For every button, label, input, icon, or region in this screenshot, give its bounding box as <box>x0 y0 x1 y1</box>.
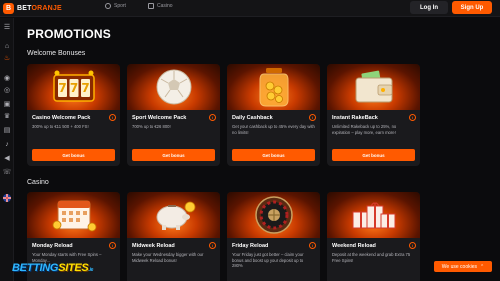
roulette-icon <box>254 196 293 234</box>
nav-casino-label: Casino <box>157 3 173 9</box>
cookie-banner-toggle[interactable]: We use cookies ⌃ <box>434 261 492 272</box>
promo-image <box>227 192 320 238</box>
cookie-label: We use cookies <box>441 263 477 270</box>
get-bonus-button[interactable]: Get bonus <box>332 149 415 161</box>
promo-card[interactable]: Weekend Reload i Deposit at the weekend … <box>327 192 420 281</box>
nav-sport-label: Sport <box>114 3 126 9</box>
bell-icon[interactable]: ♪ <box>3 140 11 148</box>
promo-card[interactable]: Daily Cashback i Get your cashback up to… <box>227 64 320 166</box>
info-icon[interactable]: i <box>209 114 216 121</box>
page-title: PROMOTIONS <box>27 27 112 41</box>
info-icon[interactable]: i <box>409 114 416 121</box>
get-bonus-button[interactable]: Get bonus <box>32 149 115 161</box>
section-title-casino: Casino <box>27 179 49 186</box>
watermark-logo: BETTINGSITES.ie <box>12 262 93 274</box>
info-icon[interactable]: i <box>309 114 316 121</box>
top-bar: B BETORANJE Sport Casino Log In Sign Up <box>0 0 500 17</box>
megaphone-icon[interactable]: ◀ <box>3 154 11 162</box>
promo-description: Your Friday just got better – claim your… <box>232 252 304 269</box>
promo-description: Make your Wednesday bigger with our Midw… <box>132 252 204 263</box>
promo-title: Sport Welcome Pack <box>132 115 187 121</box>
svg-text:7: 7 <box>81 81 89 95</box>
brand-suffix: ORANJE <box>31 4 62 12</box>
info-icon[interactable]: i <box>209 242 216 249</box>
get-bonus-button[interactable]: Get bonus <box>232 149 315 161</box>
promo-title: Friday Reload <box>232 243 269 249</box>
coin-jar-icon <box>259 68 288 107</box>
promo-card[interactable]: Midweek Reload i Make your Wednesday big… <box>127 192 220 281</box>
promo-image <box>27 192 120 238</box>
promo-image <box>327 192 420 238</box>
brand-mark-icon: B <box>3 2 14 14</box>
promo-description: Get your cashback up to 45% every day wi… <box>232 124 315 135</box>
info-icon[interactable]: i <box>409 242 416 249</box>
promo-card[interactable]: Sport Welcome Pack i 700% up to €26 800!… <box>127 64 220 166</box>
promo-title: Instant RakeBack <box>332 115 378 121</box>
watermark-part1: BETTING <box>12 262 59 274</box>
promo-image <box>127 192 220 238</box>
promo-description: 300% up to €11 500 + 400 FS! <box>32 124 89 129</box>
wallet-icon <box>355 70 392 103</box>
chevron-up-icon: ⌃ <box>480 263 485 270</box>
promo-card[interactable]: Friday Reload i Your Friday just got bet… <box>227 192 320 281</box>
promo-image <box>227 64 320 110</box>
brand-prefix: BET <box>17 4 32 12</box>
promo-description: 700% up to €26 800! <box>132 124 171 129</box>
slot-777-icon: 7 7 7 <box>52 70 95 102</box>
info-icon[interactable]: i <box>109 242 116 249</box>
svg-text:7: 7 <box>69 81 77 95</box>
promo-title: Midweek Reload <box>132 243 175 249</box>
support-icon[interactable]: ☏ <box>3 168 12 176</box>
whistle-icon <box>105 3 111 9</box>
gift-icon[interactable]: ▣ <box>3 100 11 108</box>
info-icon[interactable]: i <box>109 114 116 121</box>
menu-icon[interactable]: ☰ <box>3 23 11 31</box>
promo-card[interactable]: 7 7 7 Casino Welcome Pack i 300% up to €… <box>27 64 120 166</box>
nav-sport[interactable]: Sport <box>105 3 126 9</box>
promo-description: Unlimited Rakeback up to 25%, no expirat… <box>332 124 397 135</box>
soccer-ball-icon <box>156 69 191 105</box>
language-flag-icon[interactable] <box>3 194 11 202</box>
info-icon[interactable]: i <box>309 242 316 249</box>
login-button[interactable]: Log In <box>410 1 448 14</box>
trophy-icon[interactable]: ♛ <box>3 112 11 120</box>
promo-card[interactable]: Instant RakeBack i Unlimited Rakeback up… <box>327 64 420 166</box>
gift-boxes-icon <box>352 202 395 229</box>
nav-casino[interactable]: Casino <box>148 3 173 9</box>
brand-logo[interactable]: B BETORANJE <box>3 2 62 14</box>
watermark-part3: .ie <box>88 267 94 273</box>
promo-image <box>127 64 220 110</box>
promo-title: Casino Welcome Pack <box>32 115 91 121</box>
piggy-bank-icon <box>156 201 195 230</box>
watermark-part2: SITES <box>58 262 89 274</box>
promo-title: Daily Cashback <box>232 115 273 121</box>
promo-title: Monday Reload <box>32 243 73 249</box>
get-bonus-button[interactable]: Get bonus <box>132 149 215 161</box>
promo-description: Deposit at the weekend and grab Extra 75… <box>332 252 411 263</box>
promo-image <box>327 64 420 110</box>
fire-icon[interactable]: ♨ <box>3 54 11 62</box>
calendar-icon <box>52 200 96 232</box>
svg-text:7: 7 <box>58 81 66 95</box>
cards-icon <box>148 3 154 9</box>
sidebar: ☰ ⌂ ♨ ◉ ◎ ▣ ♛ ▤ ♪ ◀ ☏ <box>0 18 14 281</box>
promo-title: Weekend Reload <box>332 243 376 249</box>
promo-image: 7 7 7 <box>27 64 120 110</box>
section-title-welcome-bonuses: Welcome Bonuses <box>27 50 86 57</box>
document-icon[interactable]: ▤ <box>3 126 11 134</box>
basketball-icon[interactable]: ◎ <box>3 86 11 94</box>
live-icon[interactable]: ◉ <box>3 74 11 82</box>
home-icon[interactable]: ⌂ <box>3 42 11 50</box>
signup-button[interactable]: Sign Up <box>452 1 492 14</box>
